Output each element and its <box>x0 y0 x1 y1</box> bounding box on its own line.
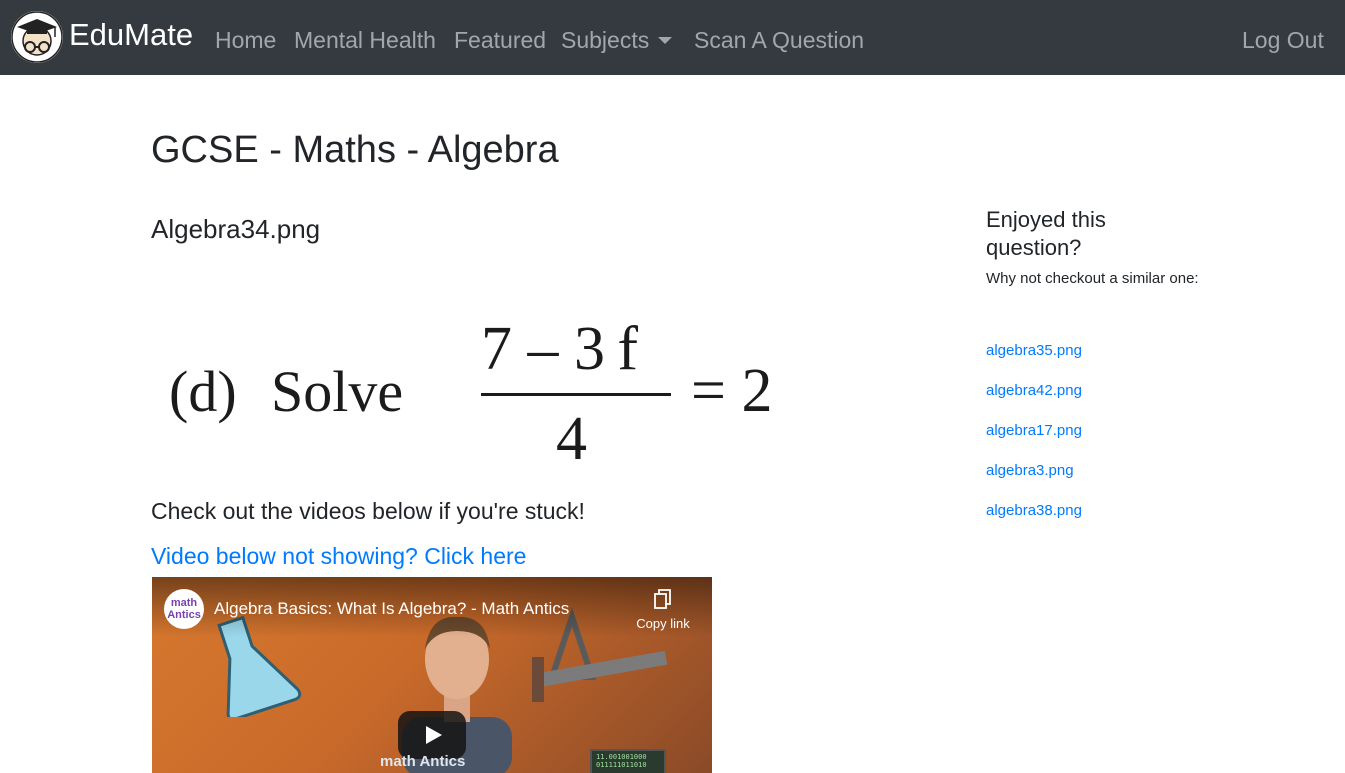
list-item: algebra38.png <box>986 500 1082 540</box>
binary-display: 11.001001000 011111011010 <box>590 749 666 773</box>
video-play-button[interactable] <box>398 711 466 759</box>
play-icon <box>426 726 442 744</box>
similar-question-link[interactable]: algebra35.png <box>986 342 1082 359</box>
list-item: algebra3.png <box>986 460 1082 500</box>
nav-scan-question-link[interactable]: Scan A Question <box>694 24 864 56</box>
list-item: algebra42.png <box>986 380 1082 420</box>
equation-rhs: = 2 <box>691 357 773 425</box>
fraction-denominator: 4 <box>556 405 587 473</box>
question-name: Algebra34.png <box>151 214 321 244</box>
brand-name: EduMate <box>69 16 194 52</box>
question-verb: Solve <box>271 359 404 424</box>
copy-link-button[interactable]: Copy link <box>628 589 698 631</box>
caret-down-icon <box>658 37 673 44</box>
similar-question-link[interactable]: algebra38.png <box>986 502 1082 519</box>
video-fallback-link[interactable]: Video below not showing? Click here <box>151 541 526 571</box>
video-title[interactable]: Algebra Basics: What Is Algebra? - Math … <box>214 599 569 619</box>
fraction-bar <box>481 393 671 396</box>
nav-featured-link[interactable]: Featured <box>454 24 546 56</box>
embedded-video-player[interactable]: math Antics Algebra Basics: What Is Alge… <box>152 577 712 773</box>
nav-mental-health-link[interactable]: Mental Health <box>294 24 436 56</box>
nav-subjects-label: Subjects <box>561 27 650 53</box>
graduate-logo-icon <box>11 11 63 63</box>
copy-icon <box>654 589 671 609</box>
sidebar-heading: Enjoyed this question? <box>986 207 1106 260</box>
similar-question-link[interactable]: algebra3.png <box>986 462 1074 479</box>
question-image: (d) Solve 7 – 3 f 4 = 2 <box>151 300 811 480</box>
question-part-label: (d) <box>169 359 237 424</box>
list-item: algebra35.png <box>986 340 1082 380</box>
fraction-numerator: 7 – 3 f <box>481 315 639 383</box>
stuck-hint-text: Check out the videos below if you're stu… <box>151 498 585 524</box>
similar-question-link[interactable]: algebra17.png <box>986 422 1082 439</box>
copy-link-label: Copy link <box>636 616 690 631</box>
similar-questions-list: algebra35.png algebra42.png algebra17.pn… <box>986 340 1082 540</box>
nav-home-link[interactable]: Home <box>215 24 276 56</box>
brand-link[interactable]: EduMate <box>11 11 193 63</box>
top-navbar: EduMate Home Mental Health Featured Subj… <box>0 0 1345 75</box>
nav-subjects-dropdown[interactable]: Subjects <box>561 24 673 56</box>
list-item: algebra17.png <box>986 420 1082 460</box>
shirt-logo-text: math Antics <box>380 753 466 770</box>
sidebar-subheading: Why not checkout a similar one: <box>986 270 1199 287</box>
similar-question-link[interactable]: algebra42.png <box>986 382 1082 399</box>
page-title: GCSE - Maths - Algebra <box>151 129 559 171</box>
logout-link[interactable]: Log Out <box>1242 24 1324 56</box>
channel-avatar[interactable]: math Antics <box>164 589 204 629</box>
